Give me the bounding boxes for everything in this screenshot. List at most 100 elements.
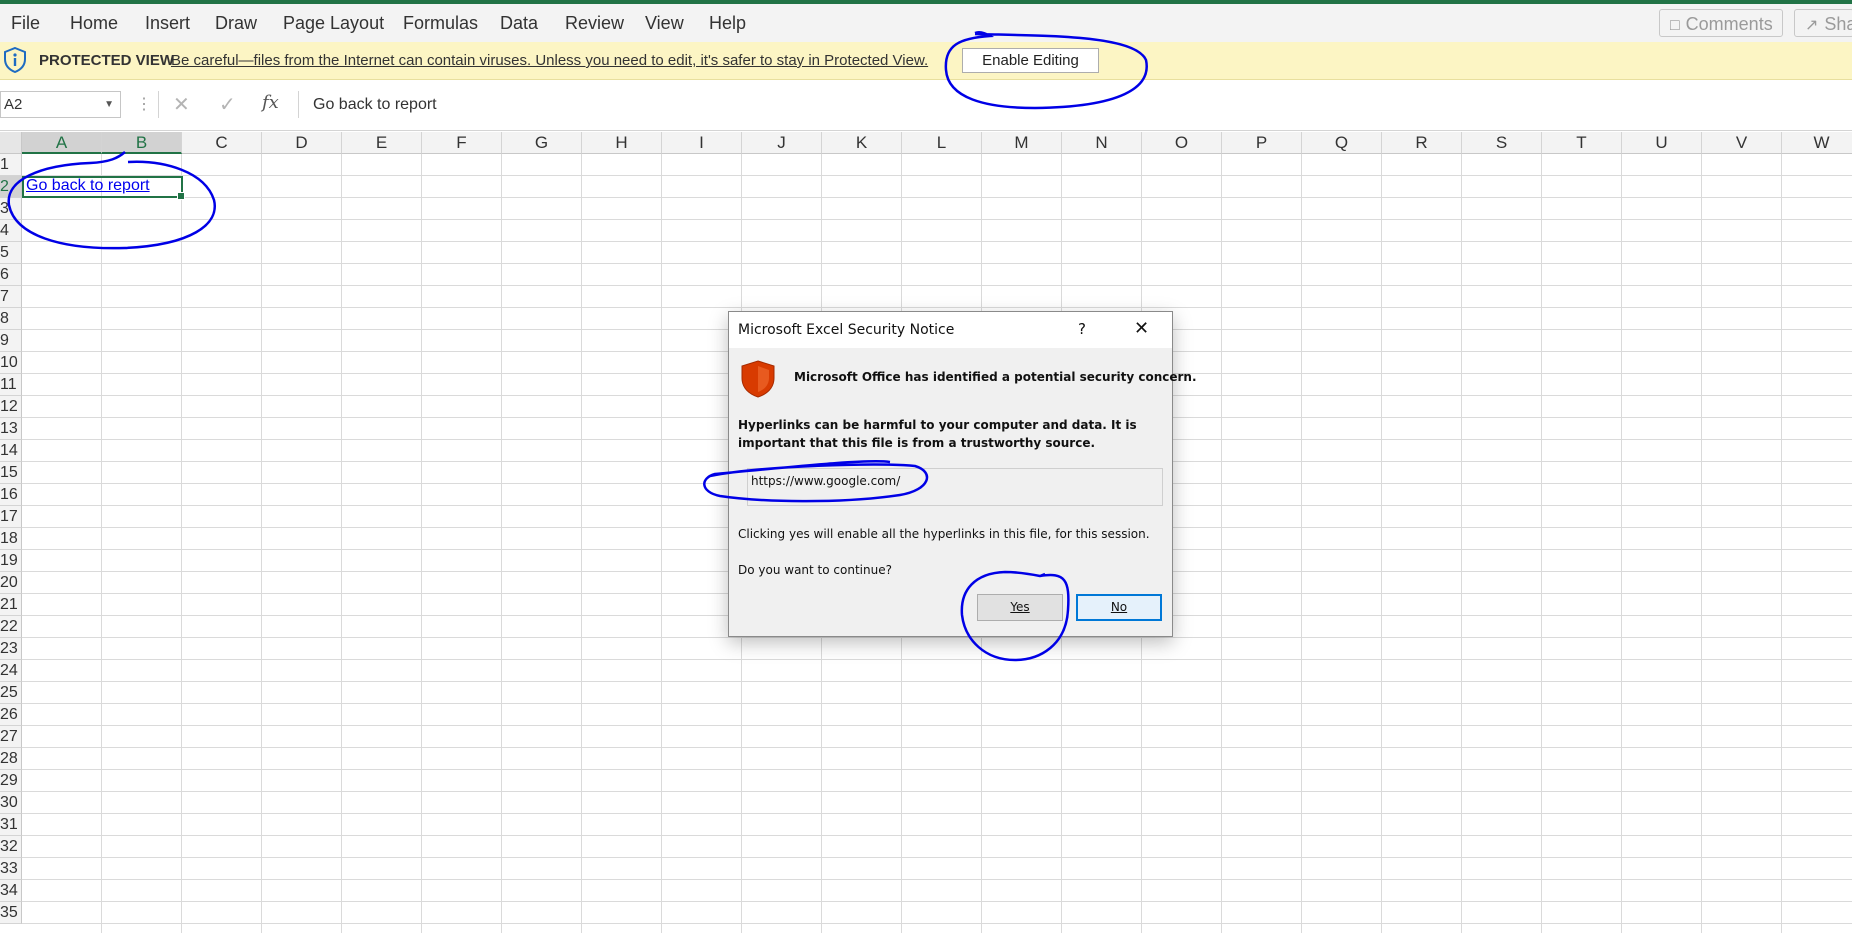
row-header-4[interactable]: 4 (0, 220, 22, 242)
row-header-27[interactable]: 27 (0, 726, 22, 748)
column-header-v[interactable]: V (1702, 132, 1782, 154)
ribbon-menu-bar: File Home Insert Draw Page Layout Formul… (0, 4, 1852, 42)
enable-editing-button[interactable]: Enable Editing (962, 48, 1099, 73)
row-header-15[interactable]: 15 (0, 462, 22, 484)
shield-info-icon (3, 46, 27, 78)
dialog-titlebar: Microsoft Excel Security Notice ? ✕ (729, 312, 1172, 348)
column-header-q[interactable]: Q (1302, 132, 1382, 154)
row-header-14[interactable]: 14 (0, 440, 22, 462)
column-header-j[interactable]: J (742, 132, 822, 154)
column-header-w[interactable]: W (1782, 132, 1852, 154)
column-header-o[interactable]: O (1142, 132, 1222, 154)
column-header-b[interactable]: B (102, 132, 182, 154)
dialog-info-text: Clicking yes will enable all the hyperli… (738, 527, 1150, 541)
chevron-down-icon[interactable]: ▼ (104, 92, 114, 117)
column-header-a[interactable]: A (22, 132, 102, 154)
shield-warning-icon (739, 359, 777, 403)
column-header-s[interactable]: S (1462, 132, 1542, 154)
row-header-20[interactable]: 20 (0, 572, 22, 594)
menu-data[interactable]: Data (500, 13, 538, 34)
close-icon[interactable]: ✕ (1134, 318, 1149, 339)
column-header-l[interactable]: L (902, 132, 982, 154)
row-header-24[interactable]: 24 (0, 660, 22, 682)
dialog-question-text: Do you want to continue? (738, 563, 892, 577)
column-header-h[interactable]: H (582, 132, 662, 154)
row-header-13[interactable]: 13 (0, 418, 22, 440)
no-button[interactable]: No (1076, 594, 1162, 621)
row-header-22[interactable]: 22 (0, 616, 22, 638)
column-header-t[interactable]: T (1542, 132, 1622, 154)
comment-icon: □ (1670, 17, 1680, 34)
column-header-g[interactable]: G (502, 132, 582, 154)
row-header-17[interactable]: 17 (0, 506, 22, 528)
column-header-f[interactable]: F (422, 132, 502, 154)
row-header-34[interactable]: 34 (0, 880, 22, 902)
menu-home[interactable]: Home (70, 13, 118, 34)
menu-page-layout[interactable]: Page Layout (283, 13, 384, 34)
fill-handle[interactable] (177, 192, 185, 200)
more-options-icon[interactable]: ⋮ (136, 94, 152, 114)
name-box[interactable]: A2 ▼ (0, 91, 121, 118)
column-header-p[interactable]: P (1222, 132, 1302, 154)
menu-draw[interactable]: Draw (215, 13, 257, 34)
row-header-31[interactable]: 31 (0, 814, 22, 836)
menu-view[interactable]: View (645, 13, 684, 34)
row-header-16[interactable]: 16 (0, 484, 22, 506)
menu-review[interactable]: Review (565, 13, 624, 34)
menu-formulas[interactable]: Formulas (403, 13, 478, 34)
row-header-33[interactable]: 33 (0, 858, 22, 880)
row-header-7[interactable]: 7 (0, 286, 22, 308)
row-header-1[interactable]: 1 (0, 154, 22, 176)
share-button[interactable]: ↗ Sha (1794, 9, 1852, 37)
row-header-9[interactable]: 9 (0, 330, 22, 352)
row-header-35[interactable]: 35 (0, 902, 22, 924)
row-header-2[interactable]: 2 (0, 176, 22, 198)
row-header-23[interactable]: 23 (0, 638, 22, 660)
yes-button[interactable]: Yes (977, 594, 1063, 621)
select-all-corner[interactable] (0, 132, 22, 154)
menu-file[interactable]: File (11, 13, 40, 34)
share-icon: ↗ (1805, 17, 1819, 34)
column-header-u[interactable]: U (1622, 132, 1702, 154)
protected-view-bar: PROTECTED VIEW Be careful—files from the… (0, 42, 1852, 80)
row-header-6[interactable]: 6 (0, 264, 22, 286)
row-header-21[interactable]: 21 (0, 594, 22, 616)
protected-view-message-link[interactable]: Be careful—files from the Internet can c… (171, 52, 928, 69)
column-header-n[interactable]: N (1062, 132, 1142, 154)
formula-input[interactable]: Go back to report (298, 91, 1852, 118)
cancel-icon[interactable]: ✕ (173, 92, 190, 117)
share-label: Sha (1824, 14, 1852, 34)
row-header-11[interactable]: 11 (0, 374, 22, 396)
menu-help[interactable]: Help (709, 13, 746, 34)
row-header-29[interactable]: 29 (0, 770, 22, 792)
column-header-m[interactable]: M (982, 132, 1062, 154)
column-header-i[interactable]: I (662, 132, 742, 154)
row-header-8[interactable]: 8 (0, 308, 22, 330)
cell-a2-hyperlink[interactable]: Go back to report (26, 177, 150, 195)
enter-check-icon[interactable]: ✓ (219, 92, 236, 117)
row-header-26[interactable]: 26 (0, 704, 22, 726)
row-header-5[interactable]: 5 (0, 242, 22, 264)
row-header-28[interactable]: 28 (0, 748, 22, 770)
row-header-3[interactable]: 3 (0, 198, 22, 220)
column-header-k[interactable]: K (822, 132, 902, 154)
help-button[interactable]: ? (1078, 320, 1086, 338)
comments-button[interactable]: □ Comments (1659, 9, 1783, 37)
row-header-12[interactable]: 12 (0, 396, 22, 418)
row-header-25[interactable]: 25 (0, 682, 22, 704)
menu-insert[interactable]: Insert (145, 13, 190, 34)
row-header-32[interactable]: 32 (0, 836, 22, 858)
insert-function-icon[interactable]: fx (262, 92, 279, 113)
column-header-d[interactable]: D (262, 132, 342, 154)
dialog-heading: Microsoft Office has identified a potent… (794, 370, 1197, 384)
column-header-c[interactable]: C (182, 132, 262, 154)
column-header-e[interactable]: E (342, 132, 422, 154)
row-header-10[interactable]: 10 (0, 352, 22, 374)
security-notice-dialog: Microsoft Excel Security Notice ? ✕ Micr… (728, 311, 1197, 637)
column-header-r[interactable]: R (1382, 132, 1462, 154)
row-header-30[interactable]: 30 (0, 792, 22, 814)
comments-label: Comments (1685, 14, 1773, 34)
name-box-value: A2 (4, 96, 23, 113)
row-header-18[interactable]: 18 (0, 528, 22, 550)
row-header-19[interactable]: 19 (0, 550, 22, 572)
